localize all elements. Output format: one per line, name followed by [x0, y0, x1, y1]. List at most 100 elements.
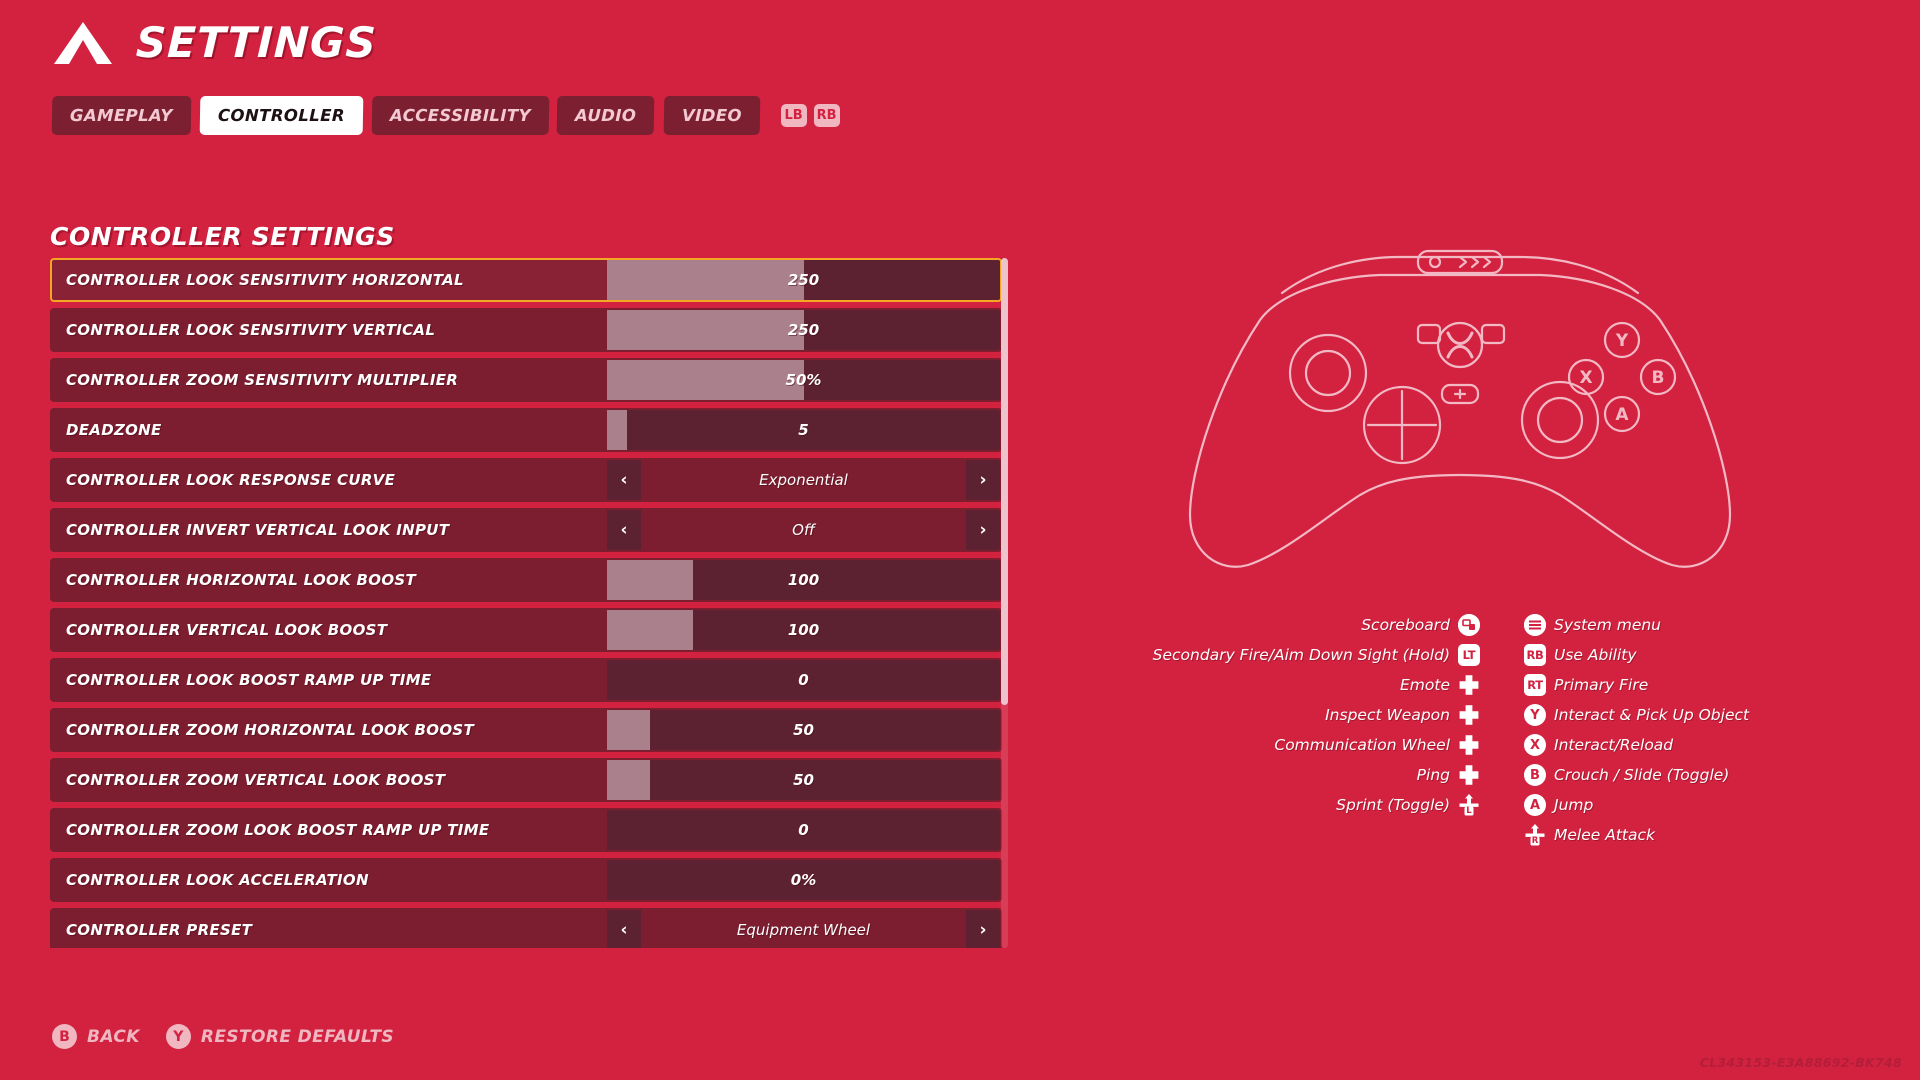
- chevron-left-icon[interactable]: ‹: [607, 510, 641, 550]
- right-stick-press-icon: R: [1524, 824, 1546, 846]
- legend-label: Primary Fire: [1554, 676, 1649, 694]
- legend-item: R Melee Attack: [1524, 822, 1655, 848]
- setting-row[interactable]: CONTROLLER ZOOM VERTICAL LOOK BOOST 50: [50, 758, 1002, 802]
- legend-column-right: System menu RB Use Ability RT Primary Fire Y I…: [1480, 612, 1830, 848]
- setting-label: CONTROLLER ZOOM SENSITIVITY MULTIPLIER: [66, 371, 459, 389]
- tab-accessibility[interactable]: ACCESSIBILITY: [371, 96, 549, 135]
- legend-label: Use Ability: [1554, 646, 1637, 664]
- setting-slider[interactable]: 100: [607, 610, 1000, 650]
- footer-actions: B BACK Y RESTORE DEFAULTS: [52, 1024, 394, 1049]
- setting-label: CONTROLLER PRESET: [66, 921, 253, 939]
- chevron-left-icon[interactable]: ‹: [607, 910, 641, 948]
- tab-audio[interactable]: AUDIO: [557, 96, 656, 135]
- right-bumper-icon[interactable]: RB: [813, 104, 840, 127]
- view-button-icon: [1458, 614, 1480, 636]
- back-button[interactable]: B BACK: [52, 1024, 140, 1049]
- y-button-icon: Y: [165, 1024, 191, 1049]
- y-button-icon: Y: [1524, 704, 1546, 726]
- stepper-value: Off: [792, 521, 815, 539]
- xbox-controller-outline-icon: Y B X A: [1130, 185, 1790, 605]
- setting-slider[interactable]: 0: [607, 660, 1000, 700]
- setting-slider[interactable]: 0%: [607, 860, 1000, 900]
- slider-value: 50: [793, 771, 814, 789]
- chevron-right-icon[interactable]: ›: [966, 910, 1000, 948]
- legend-item: Scoreboard: [1361, 612, 1480, 638]
- svg-text:Y: Y: [1615, 331, 1629, 351]
- setting-label: CONTROLLER LOOK SENSITIVITY HORIZONTAL: [66, 271, 464, 289]
- svg-text:X: X: [1579, 368, 1592, 388]
- stepper-value: Exponential: [759, 471, 848, 489]
- setting-slider[interactable]: 50: [607, 710, 1000, 750]
- chevron-left-icon[interactable]: ‹: [607, 460, 641, 500]
- setting-row[interactable]: CONTROLLER ZOOM LOOK BOOST RAMP UP TIME 0: [50, 808, 1002, 852]
- restore-defaults-label: RESTORE DEFAULTS: [200, 1026, 395, 1047]
- apex-triangle-logo-icon: [52, 20, 114, 66]
- legend-item: Ping: [1417, 762, 1480, 788]
- setting-slider[interactable]: 250: [607, 260, 1000, 300]
- slider-value: 250: [787, 321, 820, 339]
- b-button-icon: B: [1524, 764, 1546, 786]
- setting-stepper[interactable]: ‹ Equipment Wheel ›: [607, 910, 1000, 948]
- menu-button-icon: [1524, 614, 1546, 636]
- control-bindings-legend: Scoreboard Secondary Fire/Aim Down Sight …: [1150, 612, 1840, 848]
- setting-row[interactable]: CONTROLLER PRESET ‹ Equipment Wheel ›: [50, 908, 1002, 948]
- setting-label: CONTROLLER ZOOM LOOK BOOST RAMP UP TIME: [66, 821, 490, 839]
- svg-text:A: A: [1615, 405, 1629, 425]
- setting-stepper[interactable]: ‹ Off ›: [607, 510, 1000, 550]
- setting-slider[interactable]: 50: [607, 760, 1000, 800]
- setting-slider[interactable]: 50%: [607, 360, 1000, 400]
- tab-gameplay[interactable]: GAMEPLAY: [51, 96, 191, 135]
- legend-label: Interact & Pick Up Object: [1554, 706, 1750, 724]
- legend-label: Jump: [1554, 796, 1594, 814]
- legend-item: RT Primary Fire: [1524, 672, 1648, 698]
- setting-slider[interactable]: 5: [607, 410, 1000, 450]
- settings-scrollbar[interactable]: [1001, 258, 1008, 948]
- slider-value: 0: [798, 671, 809, 689]
- legend-label: Secondary Fire/Aim Down Sight (Hold): [1152, 646, 1450, 664]
- setting-row[interactable]: CONTROLLER LOOK ACCELERATION 0%: [50, 858, 1002, 902]
- setting-slider[interactable]: 0: [607, 810, 1000, 850]
- setting-row[interactable]: CONTROLLER LOOK SENSITIVITY VERTICAL 250: [50, 308, 1002, 352]
- setting-row[interactable]: DEADZONE 5: [50, 408, 1002, 452]
- chevron-right-icon[interactable]: ›: [966, 510, 1000, 550]
- setting-row[interactable]: CONTROLLER HORIZONTAL LOOK BOOST 100: [50, 558, 1002, 602]
- setting-row[interactable]: CONTROLLER LOOK RESPONSE CURVE ‹ Exponenti…: [50, 458, 1002, 502]
- setting-stepper[interactable]: ‹ Exponential ›: [607, 460, 1000, 500]
- legend-item: RB Use Ability: [1524, 642, 1637, 668]
- legend-item: B Crouch / Slide (Toggle): [1524, 762, 1729, 788]
- setting-row[interactable]: CONTROLLER LOOK SENSITIVITY HORIZONTAL 25…: [50, 258, 1002, 302]
- setting-row[interactable]: CONTROLLER ZOOM HORIZONTAL LOOK BOOST 50: [50, 708, 1002, 752]
- legend-label: Scoreboard: [1361, 616, 1450, 634]
- setting-label: CONTROLLER LOOK RESPONSE CURVE: [66, 471, 396, 489]
- legend-label: Sprint (Toggle): [1336, 796, 1450, 814]
- legend-item: X Interact/Reload: [1524, 732, 1673, 758]
- chevron-right-icon[interactable]: ›: [966, 460, 1000, 500]
- page-title: SETTINGS: [135, 18, 378, 67]
- legend-item: Inspect Weapon: [1325, 702, 1480, 728]
- legend-label: Interact/Reload: [1554, 736, 1674, 754]
- scrollbar-thumb[interactable]: [1001, 258, 1008, 705]
- setting-slider[interactable]: 250: [607, 310, 1000, 350]
- setting-slider[interactable]: 100: [607, 560, 1000, 600]
- a-button-icon: A: [1524, 794, 1546, 816]
- right-bumper-icon: RB: [1524, 644, 1546, 666]
- dpad-right-icon: [1458, 764, 1480, 786]
- b-button-icon: B: [52, 1024, 77, 1049]
- legend-label: Emote: [1400, 676, 1450, 694]
- setting-row[interactable]: CONTROLLER ZOOM SENSITIVITY MULTIPLIER 50…: [50, 358, 1002, 402]
- setting-label: CONTROLLER VERTICAL LOOK BOOST: [66, 621, 388, 639]
- setting-row[interactable]: CONTROLLER VERTICAL LOOK BOOST 100: [50, 608, 1002, 652]
- slider-value: 50%: [785, 371, 822, 389]
- restore-defaults-button[interactable]: Y RESTORE DEFAULTS: [165, 1024, 395, 1049]
- x-button-icon: X: [1524, 734, 1546, 756]
- setting-row[interactable]: CONTROLLER INVERT VERTICAL LOOK INPUT ‹ Of…: [50, 508, 1002, 552]
- left-bumper-icon[interactable]: LB: [780, 104, 807, 127]
- legend-label: Ping: [1416, 766, 1450, 784]
- tab-video[interactable]: VIDEO: [663, 96, 760, 135]
- slider-value: 250: [787, 271, 820, 289]
- legend-label: Communication Wheel: [1274, 736, 1450, 754]
- tab-controller[interactable]: CONTROLLER: [199, 96, 363, 135]
- section-title: CONTROLLER SETTINGS: [50, 222, 395, 251]
- setting-row[interactable]: CONTROLLER LOOK BOOST RAMP UP TIME 0: [50, 658, 1002, 702]
- legend-item: Communication Wheel: [1274, 732, 1480, 758]
